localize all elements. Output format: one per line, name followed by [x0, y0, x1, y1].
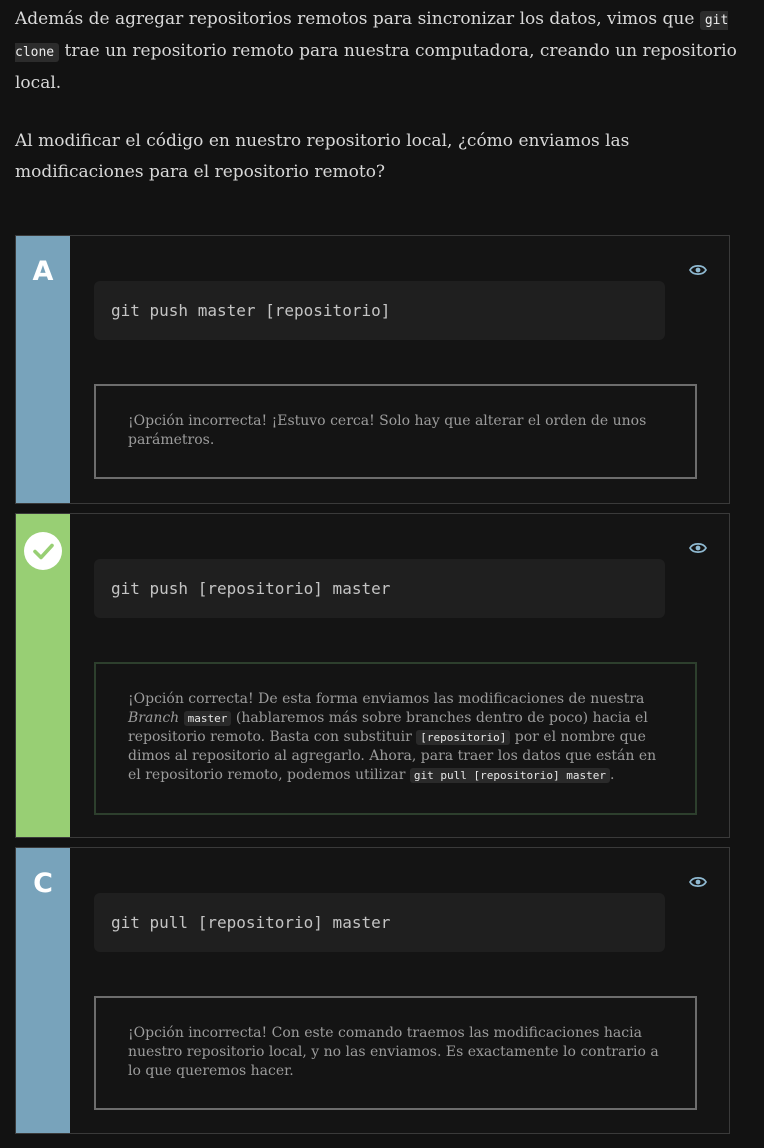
option-a-code: git push master [repositorio]	[94, 281, 665, 340]
option-c-code: git pull [repositorio] master	[94, 893, 665, 952]
check-icon	[24, 532, 62, 570]
answer-option-a[interactable]: A git push master [repositorio] ¡Opción …	[15, 235, 730, 504]
eye-icon[interactable]	[688, 874, 708, 888]
question-text: Además de agregar repositorios remotos p…	[15, 4, 750, 188]
option-c-feedback: ¡Opción incorrecta! Con este comando tra…	[94, 996, 697, 1110]
inline-code-git-pull: git pull [repositorio] master	[409, 768, 610, 783]
question-paragraph-2: Al modificar el código en nuestro reposi…	[15, 131, 630, 182]
answer-option-b[interactable]: git push [repositorio] master ¡Opción co…	[15, 513, 730, 838]
option-a-feedback: ¡Opción incorrecta! ¡Estuvo cerca! Solo …	[94, 384, 697, 479]
inline-code-master: master	[183, 711, 232, 726]
eye-icon[interactable]	[688, 540, 708, 554]
question-paragraph-1: Además de agregar repositorios remotos p…	[15, 9, 737, 93]
inline-code-repositorio: [repositorio]	[416, 730, 511, 745]
option-b-code: git push [repositorio] master	[94, 559, 665, 618]
option-letter-c: C	[33, 868, 53, 899]
option-b-feedback: ¡Opción correcta! De esta forma enviamos…	[94, 662, 697, 815]
eye-icon[interactable]	[688, 262, 708, 276]
answer-option-c[interactable]: C git pull [repositorio] master ¡Opción …	[15, 847, 730, 1134]
option-letter-a: A	[32, 256, 54, 287]
